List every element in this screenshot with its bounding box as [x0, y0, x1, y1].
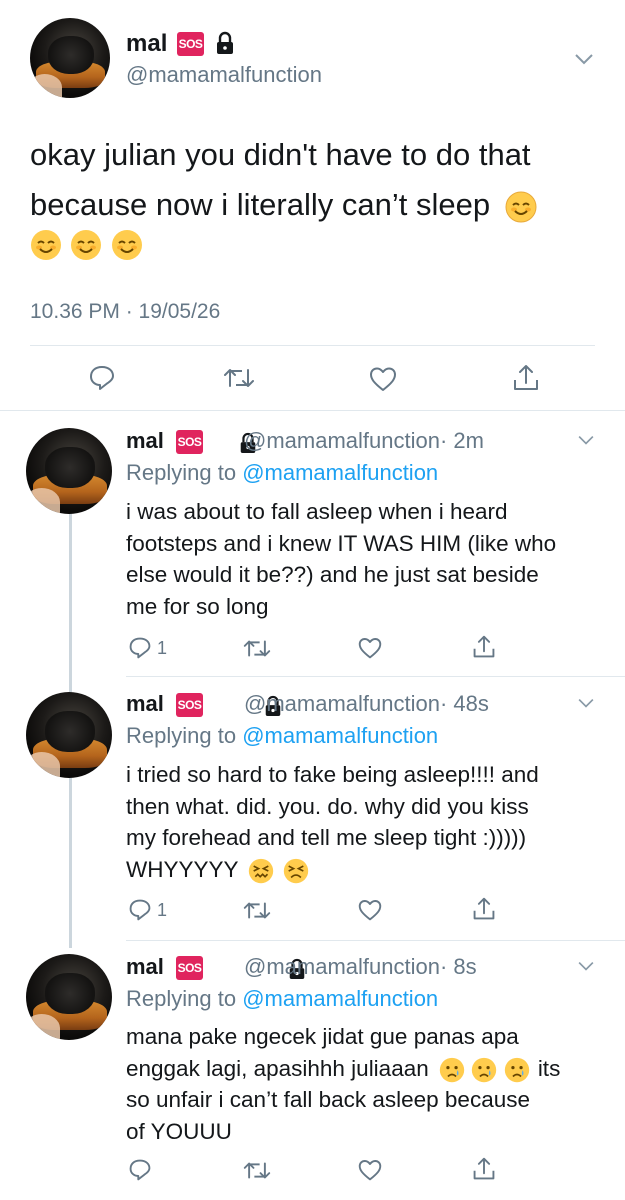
heart-icon[interactable] — [357, 636, 383, 660]
reply-text-line: WHYYYYY — [126, 854, 539, 886]
replying-to-prefix: Replying to — [126, 986, 237, 1011]
reply-text-line: i tried so hard to fake being asleep!!!!… — [126, 762, 539, 787]
replying-to: Replying to @mamamalfunction — [126, 986, 438, 1012]
chevron-down-icon[interactable] — [577, 433, 595, 451]
share-icon[interactable] — [472, 634, 496, 660]
confounded-face-icon — [249, 858, 274, 883]
author-handle[interactable]: @mamamalfunction — [244, 691, 440, 716]
reply-text-line: of YOUUU — [126, 1118, 232, 1144]
heart-icon[interactable] — [357, 898, 383, 922]
sos-badge: SOS — [176, 693, 203, 717]
author-name[interactable]: mal — [126, 691, 164, 716]
divider — [126, 676, 625, 677]
share-icon[interactable] — [472, 1156, 496, 1182]
reply-text-line: me for so long — [126, 593, 269, 619]
sos-badge: SOS — [176, 956, 203, 980]
reply-text-line: WHYYYYY — [126, 856, 239, 882]
replying-to: Replying to @mamamalfunction — [126, 723, 438, 749]
reply-icon[interactable] — [88, 364, 116, 392]
tweet-text-line: because now i literally can’t sleep — [30, 187, 491, 222]
reply-handle-time: @mamamalfunction· 48s — [244, 691, 489, 717]
avatar[interactable] — [30, 18, 110, 98]
author-handle[interactable]: @mamamalfunction — [126, 62, 322, 88]
sos-badge: SOS — [177, 32, 204, 56]
sos-badge: SOS — [176, 430, 203, 454]
reply-header: mal — [126, 428, 164, 456]
replying-to-link[interactable]: @mamamalfunction — [242, 986, 438, 1011]
reply-handle-time: @mamamalfunction· 2m — [244, 428, 484, 454]
reply-text-line: its — [537, 1055, 561, 1081]
persevering-face-icon — [283, 858, 308, 883]
reply-text-line: enggak lagi, apasihhh juliaaan — [126, 1055, 429, 1081]
divider — [30, 345, 595, 346]
reply-text: i was about to fall asleep when i heard … — [126, 496, 556, 622]
reply-text: mana pake ngecek jidat gue panas apa eng… — [126, 1021, 560, 1147]
chevron-down-icon[interactable] — [574, 52, 594, 71]
smiling-face-icon — [71, 230, 102, 260]
reply-handle-time: @mamamalfunction· 8s — [244, 954, 477, 980]
smiling-face-icon — [31, 230, 61, 260]
avatar[interactable] — [26, 428, 112, 514]
reply-icon[interactable] — [128, 898, 152, 922]
reply-text-line: mana pake ngecek jidat gue panas apa — [126, 1024, 519, 1049]
smiling-face-icon — [111, 230, 142, 260]
author-name[interactable]: mal — [126, 428, 164, 453]
reply-header: mal — [126, 691, 164, 719]
reply-text-line: my forehead and tell me sleep tight :)))… — [126, 825, 527, 850]
tweet-text: okay julian you didn't have to do that b… — [30, 130, 600, 230]
reply-text-line: else would it be??) and he just sat besi… — [126, 562, 539, 587]
tweet-text-line: because now i literally can’t sleep — [30, 180, 600, 230]
author-name[interactable]: mal — [126, 30, 167, 58]
reply-count: 1 — [157, 900, 168, 920]
chevron-down-icon[interactable] — [577, 959, 595, 977]
tweet-timestamp[interactable]: 10.36 PM · 19/05/26 — [30, 300, 220, 324]
lock-icon — [214, 31, 236, 60]
reply-icon[interactable] — [128, 636, 152, 660]
replying-to-link[interactable]: @mamamalfunction — [242, 723, 438, 748]
reply-text-line: so unfair i can’t fall back asleep becau… — [126, 1087, 530, 1112]
retweet-icon[interactable] — [242, 900, 272, 921]
retweet-icon[interactable] — [242, 638, 272, 659]
divider — [0, 410, 625, 411]
replying-to: Replying to @mamamalfunction — [126, 460, 438, 486]
retweet-icon[interactable] — [222, 366, 256, 390]
divider — [126, 940, 625, 941]
tweet-text-line: okay julian you didn't have to do that — [30, 137, 531, 172]
crying-face-icon — [439, 1057, 465, 1082]
share-icon[interactable] — [472, 896, 496, 922]
smiling-face-icon — [505, 191, 537, 223]
avatar[interactable] — [26, 692, 112, 778]
reply-text-line: then what. did. you. do. why did you kis… — [126, 793, 529, 819]
emoji-row — [30, 229, 143, 263]
reply-text-line: footsteps and i knew IT WAS HIM (like wh… — [126, 530, 557, 556]
share-icon[interactable] — [512, 363, 540, 393]
retweet-icon[interactable] — [242, 1160, 272, 1181]
crying-face-icon — [504, 1057, 529, 1082]
author-name[interactable]: mal — [126, 954, 164, 979]
heart-icon[interactable] — [357, 1158, 383, 1182]
author-handle[interactable]: @mamamalfunction — [244, 428, 440, 453]
reply-text-line: i was about to fall asleep when i heard — [126, 499, 508, 524]
relative-time[interactable]: · 8s — [440, 954, 477, 979]
author-handle[interactable]: @mamamalfunction — [244, 954, 440, 979]
reply-count: 1 — [157, 638, 168, 658]
reply-header: mal — [126, 954, 164, 982]
replying-to-prefix: Replying to — [126, 723, 237, 748]
reply-text-line: enggak lagi, apasihhh juliaaan its — [126, 1053, 560, 1085]
crying-face-icon — [472, 1057, 497, 1082]
replying-to-link[interactable]: @mamamalfunction — [242, 460, 438, 485]
heart-icon[interactable] — [368, 365, 398, 393]
reply-icon[interactable] — [128, 1158, 152, 1182]
relative-time[interactable]: · 2m — [440, 428, 484, 453]
avatar[interactable] — [26, 954, 112, 1040]
relative-time[interactable]: · 48s — [440, 691, 489, 716]
replying-to-prefix: Replying to — [126, 460, 237, 485]
reply-text: i tried so hard to fake being asleep!!!!… — [126, 759, 539, 885]
chevron-down-icon[interactable] — [577, 696, 595, 714]
